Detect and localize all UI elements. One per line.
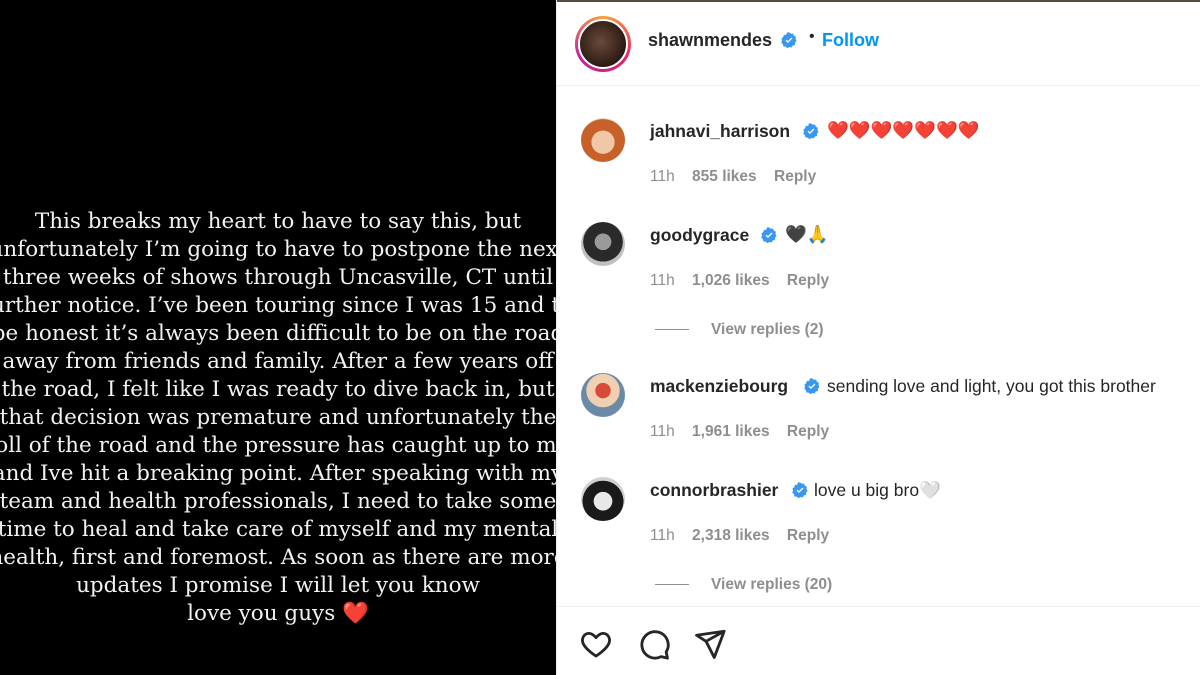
comment-likes[interactable]: 1,961 likes xyxy=(692,423,770,440)
commenter-avatar[interactable] xyxy=(581,222,625,266)
view-replies-button[interactable]: View replies (20) xyxy=(655,576,832,594)
story-line: the road, I felt like I was ready to div… xyxy=(1,377,555,402)
story-line: and Ive hit a breaking point. After spea… xyxy=(0,461,556,486)
follow-button[interactable]: Follow xyxy=(822,30,879,51)
comment-likes[interactable]: 2,318 likes xyxy=(692,527,770,544)
author-username[interactable]: shawnmendes xyxy=(648,30,772,51)
story-ring[interactable] xyxy=(575,16,631,72)
comment-text: ❤️❤️❤️❤️❤️❤️❤️ xyxy=(827,120,980,140)
comment-icon[interactable] xyxy=(637,627,671,661)
commenter-username[interactable]: mackenziebourg xyxy=(650,376,788,397)
comment-meta: 11h 1,026 likes Reply xyxy=(650,272,842,290)
comment-text: sending love and light, you got this bro… xyxy=(827,376,1156,396)
commenter-username[interactable]: connorbrashier xyxy=(650,480,778,501)
commenter-avatar[interactable] xyxy=(581,477,625,521)
story-text: This breaks my heart to have to say this… xyxy=(0,208,556,628)
comment-likes[interactable]: 855 likes xyxy=(692,168,757,185)
reply-button[interactable]: Reply xyxy=(787,272,829,289)
reply-button[interactable]: Reply xyxy=(787,527,829,544)
share-icon[interactable] xyxy=(693,627,727,661)
story-line: away from friends and family. After a fe… xyxy=(2,349,554,374)
comment-likes[interactable]: 1,026 likes xyxy=(692,272,770,289)
story-line: This breaks my heart to have to say this… xyxy=(34,209,522,234)
view-replies-label: View replies (20) xyxy=(711,576,833,593)
story-line: further notice. I’ve been touring since … xyxy=(0,293,556,318)
comment-time: 11h xyxy=(650,423,675,440)
story-line: health, first and foremost. As soon as t… xyxy=(0,545,556,570)
view-replies-label: View replies (2) xyxy=(711,321,824,338)
commenter-avatar[interactable] xyxy=(581,118,625,162)
verified-icon xyxy=(804,378,820,399)
story-line: unfortunately I’m going to have to postp… xyxy=(0,237,556,262)
verified-icon xyxy=(781,32,797,53)
story-line: time to heal and take care of myself and… xyxy=(0,517,556,542)
comment-meta: 11h 855 likes Reply xyxy=(650,168,829,186)
story-line: that decision was premature and unfortun… xyxy=(0,405,556,430)
post-header: shawnmendes • Follow xyxy=(557,2,1200,86)
heart-icon[interactable] xyxy=(579,627,613,661)
story-line: updates I promise I will let you know xyxy=(76,573,480,598)
verified-icon xyxy=(803,123,819,144)
post-side-panel: shawnmendes • Follow jahnavi_harrison ❤️… xyxy=(556,0,1200,675)
story-line: be honest it’s always been difficult to … xyxy=(0,321,556,346)
comment-text: 🖤🙏 xyxy=(785,224,829,244)
commenter-avatar[interactable] xyxy=(581,373,625,417)
story-line: three weeks of shows through Uncasville,… xyxy=(2,265,554,290)
author-avatar[interactable] xyxy=(578,19,628,69)
comment-meta: 11h 1,961 likes Reply xyxy=(650,423,842,441)
commenter-username[interactable]: goodygrace xyxy=(650,225,749,246)
commenter-username[interactable]: jahnavi_harrison xyxy=(650,121,790,142)
story-line: love you guys ❤️ xyxy=(187,601,369,626)
comment-meta: 11h 2,318 likes Reply xyxy=(650,527,842,545)
reply-button[interactable]: Reply xyxy=(787,423,829,440)
story-line: team and health professionals, I need to… xyxy=(0,489,556,514)
reply-button[interactable]: Reply xyxy=(774,168,816,185)
post-image: This breaks my heart to have to say this… xyxy=(0,0,556,675)
replies-divider xyxy=(655,584,689,586)
comment-time: 11h xyxy=(650,527,675,544)
view-replies-button[interactable]: View replies (2) xyxy=(655,321,824,339)
replies-divider xyxy=(655,329,689,331)
comment-time: 11h xyxy=(650,168,675,185)
header-separator: • xyxy=(809,28,815,45)
verified-icon xyxy=(761,227,777,248)
story-line: toll of the road and the pressure has ca… xyxy=(0,433,556,458)
verified-icon xyxy=(792,482,808,503)
comment-text: love u big bro🤍 xyxy=(814,480,941,500)
post-actions xyxy=(557,606,1200,675)
comment-time: 11h xyxy=(650,272,675,289)
